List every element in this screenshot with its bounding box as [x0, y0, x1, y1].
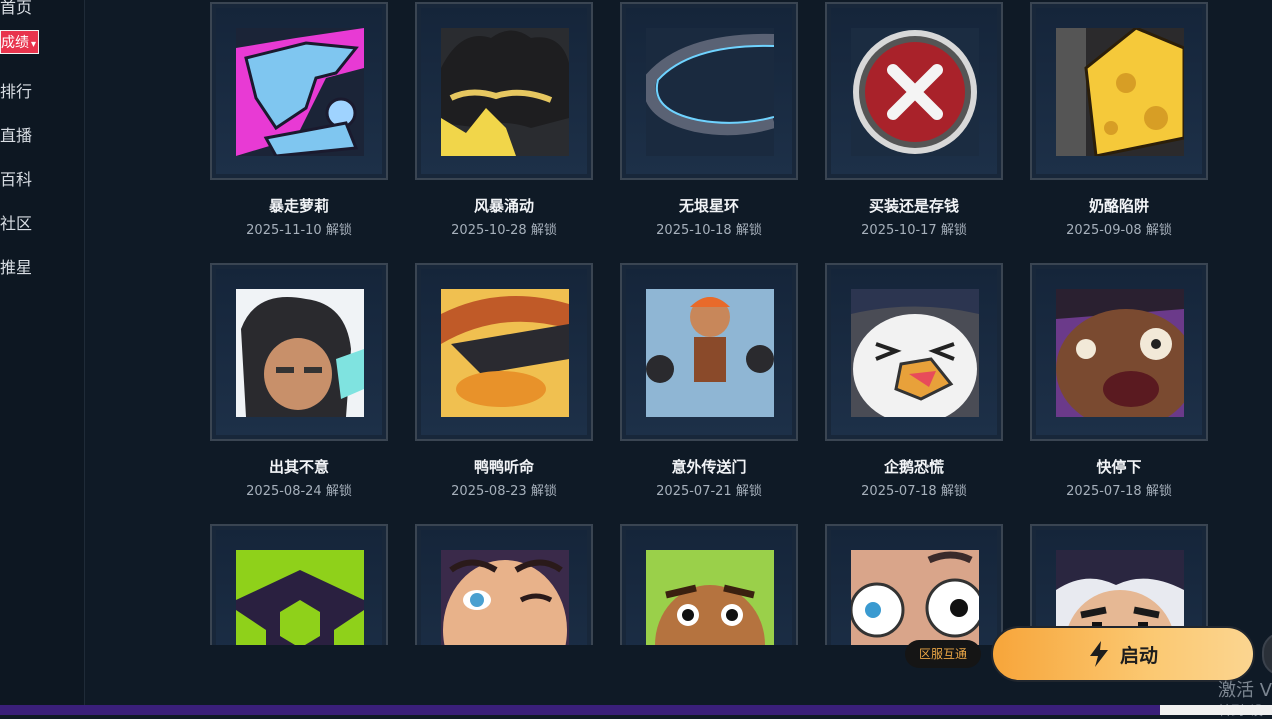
- x-circle-icon: [851, 28, 979, 156]
- achievement-name: 无垠星环: [678, 197, 739, 215]
- achievement-date: 2025-08-24 解锁: [246, 484, 352, 499]
- taskbar-strip-light: [1160, 705, 1272, 715]
- achievement-card[interactable]: [210, 524, 388, 645]
- achievement-name: 暴走萝莉: [268, 197, 329, 215]
- achievement-grid: 暴走萝莉 2025-11-10 解锁 风暴涌动 2025-10-28 解锁 无垠…: [0, 0, 1272, 645]
- duck-icon: [441, 289, 569, 417]
- achievement-name: 买装还是存钱: [868, 197, 959, 215]
- lightning-icon: [1089, 641, 1108, 667]
- achievement-card[interactable]: [415, 2, 593, 180]
- achievement-card[interactable]: [210, 263, 388, 441]
- achievement-card[interactable]: [620, 524, 798, 645]
- big-eyes-face-icon: [851, 550, 979, 645]
- achievement-card[interactable]: [620, 2, 798, 180]
- launch-label: 启动: [1119, 644, 1158, 667]
- achievement-date: 2025-10-28 解锁: [451, 223, 557, 238]
- penguin-icon: [851, 289, 979, 417]
- crown-hair-icon: [441, 28, 569, 156]
- green-hair-face-icon: [646, 550, 774, 645]
- achievement-name: 鸭鸭听命: [473, 458, 534, 476]
- achievement-date: 2025-07-21 解锁: [656, 484, 762, 499]
- achievement-name: 意外传送门: [671, 458, 747, 476]
- achievement-card[interactable]: [825, 263, 1003, 441]
- launch-button[interactable]: 启动: [991, 626, 1255, 682]
- region-badge: 区服互通: [905, 640, 981, 668]
- achievement-name: 奶酪陷阱: [1088, 197, 1149, 215]
- achievement-date: 2025-09-08 解锁: [1066, 223, 1172, 238]
- agents-group-icon: [646, 289, 774, 417]
- achievement-date: 2025-10-18 解锁: [656, 223, 762, 238]
- chibi-agent-icon: [236, 289, 364, 417]
- achievement-card[interactable]: [620, 263, 798, 441]
- achievement-date: 2025-11-10 解锁: [246, 223, 352, 238]
- achievement-date: 2025-07-18 解锁: [1066, 484, 1172, 499]
- achievement-card[interactable]: [1030, 2, 1208, 180]
- achievement-name: 企鹅恐慌: [883, 458, 944, 476]
- shocked-face-icon: [1056, 289, 1184, 417]
- ring-icon: [646, 28, 774, 156]
- achievement-card[interactable]: [825, 524, 1003, 645]
- achievement-card[interactable]: [210, 2, 388, 180]
- achievement-card[interactable]: [825, 2, 1003, 180]
- achievement-date: 2025-08-23 解锁: [451, 484, 557, 499]
- achievement-date: 2025-07-18 解锁: [861, 484, 967, 499]
- shark-hand-icon: [236, 28, 364, 156]
- taskbar-strip: [0, 705, 1160, 715]
- cheese-icon: [1056, 28, 1184, 156]
- achievement-card[interactable]: [415, 263, 593, 441]
- activation-watermark: 激活 V: [1218, 680, 1272, 701]
- achievement-name: 风暴涌动: [473, 197, 534, 215]
- wink-face-icon: [441, 550, 569, 645]
- achievement-card[interactable]: [415, 524, 593, 645]
- hex-pattern-icon: [236, 550, 364, 645]
- achievement-name: 出其不意: [268, 458, 329, 476]
- achievement-date: 2025-10-17 解锁: [861, 223, 967, 238]
- achievement-card[interactable]: [1030, 263, 1208, 441]
- achievement-name: 快停下: [1096, 458, 1142, 476]
